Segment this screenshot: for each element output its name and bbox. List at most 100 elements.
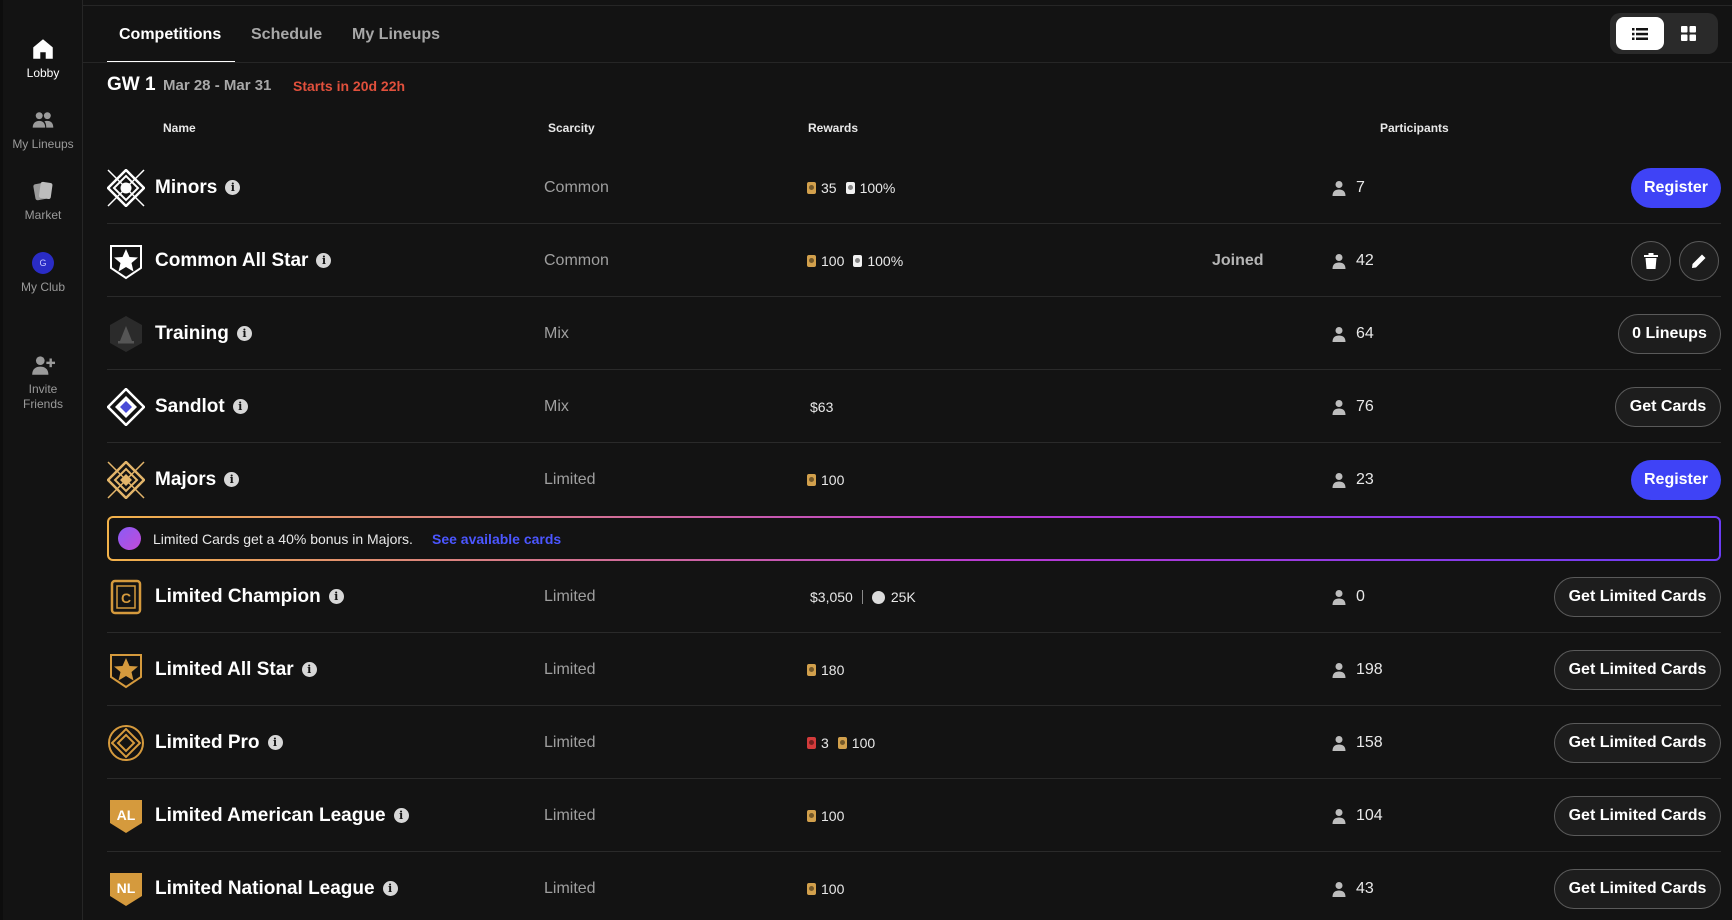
scarcity-value: Common — [544, 179, 609, 196]
participants-count: 43 — [1332, 880, 1374, 898]
table-row[interactable]: NL Limited National League i Limited 100 … — [107, 852, 1721, 920]
get-limited-cards-button[interactable]: Get Limited Cards — [1554, 723, 1721, 763]
register-button[interactable]: Register — [1631, 460, 1721, 500]
competition-name-text: Limited National League — [155, 878, 375, 899]
sidebar-item-invite-friends[interactable]: Invite Friends — [3, 322, 83, 412]
scarcity-value: Common — [544, 252, 609, 269]
competition-name[interactable]: Limited All Star i — [155, 659, 317, 681]
participants-count: 42 — [1332, 252, 1374, 270]
sidebar-item-market[interactable]: Market — [3, 178, 83, 223]
competition-name[interactable]: Training i — [155, 323, 252, 345]
reward-value: 3 — [821, 735, 829, 751]
bonus-cards-icon — [118, 527, 141, 550]
sidebar-item-my-lineups[interactable]: My Lineups — [3, 107, 83, 152]
get-limited-cards-button[interactable]: Get Limited Cards — [1554, 796, 1721, 836]
scarcity-value: Limited — [544, 588, 596, 605]
participants-value: 42 — [1356, 252, 1374, 269]
gameweek-countdown: Starts in 20d 22h — [293, 78, 406, 94]
table-row[interactable]: Majors i Limited 100 23 Register — [106, 443, 1721, 516]
info-icon[interactable]: i — [328, 589, 344, 604]
info-icon[interactable]: i — [236, 326, 252, 341]
grid-view-button[interactable] — [1664, 17, 1712, 50]
participants-value: 198 — [1356, 661, 1383, 678]
column-header-rewards: Rewards — [808, 121, 859, 135]
home-icon — [30, 36, 56, 62]
tab-schedule[interactable]: Schedule — [251, 26, 322, 44]
participants-value: 64 — [1356, 325, 1374, 342]
info-icon[interactable]: i — [301, 662, 317, 677]
tab-competitions[interactable]: Competitions — [119, 26, 221, 44]
al-badge-letters: AL — [117, 807, 136, 823]
list-icon — [1632, 27, 1648, 40]
majors-badge-icon — [106, 460, 146, 500]
competition-name-text: Majors — [155, 469, 217, 490]
reward-separator — [861, 590, 863, 604]
reward-value: 100 — [851, 735, 876, 751]
table-row[interactable]: Limited All Star i Limited 180 198 Get Li… — [107, 633, 1721, 706]
gameweek-dates: Mar 28 - Mar 31 — [163, 77, 272, 94]
info-icon[interactable]: i — [316, 253, 332, 268]
info-icon[interactable]: i — [232, 399, 248, 414]
info-icon[interactable]: i — [393, 808, 409, 823]
edit-lineup-button[interactable] — [1679, 241, 1719, 281]
bonus-banner: Limited Cards get a 40% bonus in Majors.… — [107, 516, 1721, 561]
reward-value: 35 — [821, 180, 837, 196]
rewards: 100 — [807, 881, 844, 897]
table-row[interactable]: Minors i Common 35 100% 7 Register — [106, 151, 1721, 224]
tab-my-lineups[interactable]: My Lineups — [352, 26, 440, 44]
scarcity-value: Limited — [544, 734, 596, 751]
competition-name[interactable]: Limited American League i — [155, 805, 409, 827]
list-view-button[interactable] — [1616, 17, 1664, 50]
sidebar-item-lobby[interactable]: Lobby — [3, 36, 83, 81]
participants-count: 158 — [1332, 734, 1383, 752]
table-row[interactable]: AL Limited American League i Limited 100 … — [107, 779, 1721, 852]
competition-name-text: Limited American League — [155, 805, 386, 826]
table-row[interactable]: Common All Star i Common 100 100% Joined … — [107, 224, 1721, 297]
grid-icon — [1680, 26, 1696, 41]
competition-name[interactable]: Common All Star i — [155, 250, 332, 272]
competition-name-text: Training — [155, 323, 229, 344]
get-limited-cards-button[interactable]: Get Limited Cards — [1554, 869, 1721, 909]
rewards: 100 — [807, 808, 844, 824]
rare-card-icon — [807, 737, 816, 749]
column-header-name: Name — [163, 121, 196, 135]
person-icon — [1332, 881, 1346, 897]
see-available-cards-link[interactable]: See available cards — [432, 531, 561, 547]
pencil-icon — [1692, 254, 1706, 268]
club-avatar-icon: G — [32, 252, 54, 274]
info-icon[interactable]: i — [224, 472, 240, 487]
competition-name[interactable]: Sandlot i — [155, 396, 248, 418]
info-icon[interactable]: i — [267, 735, 283, 750]
gold-card-icon — [807, 474, 816, 486]
gameweek-title: GW 1 — [107, 74, 156, 95]
competition-name[interactable]: Limited Pro i — [155, 732, 283, 754]
competition-name[interactable]: Limited Champion i — [155, 586, 344, 608]
info-icon[interactable]: i — [225, 180, 241, 195]
competition-name[interactable]: Minors i — [155, 177, 241, 199]
get-limited-cards-button[interactable]: Get Limited Cards — [1554, 577, 1721, 617]
participants-value: 23 — [1356, 471, 1374, 488]
training-badge-icon — [107, 315, 145, 353]
person-icon — [1332, 326, 1346, 342]
person-icon — [1332, 735, 1346, 751]
gold-card-icon — [807, 664, 816, 676]
register-button[interactable]: Register — [1631, 168, 1721, 208]
table-row[interactable]: Sandlot i Mix $63 76 Get Cards — [106, 370, 1721, 443]
competition-name[interactable]: Majors i — [155, 469, 240, 491]
table-row[interactable]: C Limited Champion i Limited $3,050 25K 0… — [107, 560, 1721, 633]
sidebar-item-label: Invite Friends — [22, 382, 63, 411]
lineups-button[interactable]: 0 Lineups — [1618, 314, 1721, 354]
sidebar-item-my-club[interactable]: G My Club — [3, 252, 83, 295]
delete-lineup-button[interactable] — [1631, 241, 1671, 281]
get-cards-button[interactable]: Get Cards — [1615, 387, 1721, 427]
participants-count: 23 — [1332, 471, 1374, 489]
reward-value: 100 — [821, 881, 845, 897]
table-row[interactable]: Limited Pro i Limited 3 100 158 Get Limit… — [107, 706, 1721, 779]
table-row[interactable]: Training i Mix 64 0 Lineups — [107, 297, 1721, 370]
info-icon[interactable]: i — [382, 881, 398, 896]
competition-name-text: Common All Star — [155, 250, 309, 271]
get-limited-cards-button[interactable]: Get Limited Cards — [1554, 650, 1721, 690]
sidebar-item-label: Lobby — [26, 66, 60, 80]
competition-name[interactable]: Limited National League i — [155, 878, 398, 900]
rewards: 100 100% — [807, 253, 903, 269]
